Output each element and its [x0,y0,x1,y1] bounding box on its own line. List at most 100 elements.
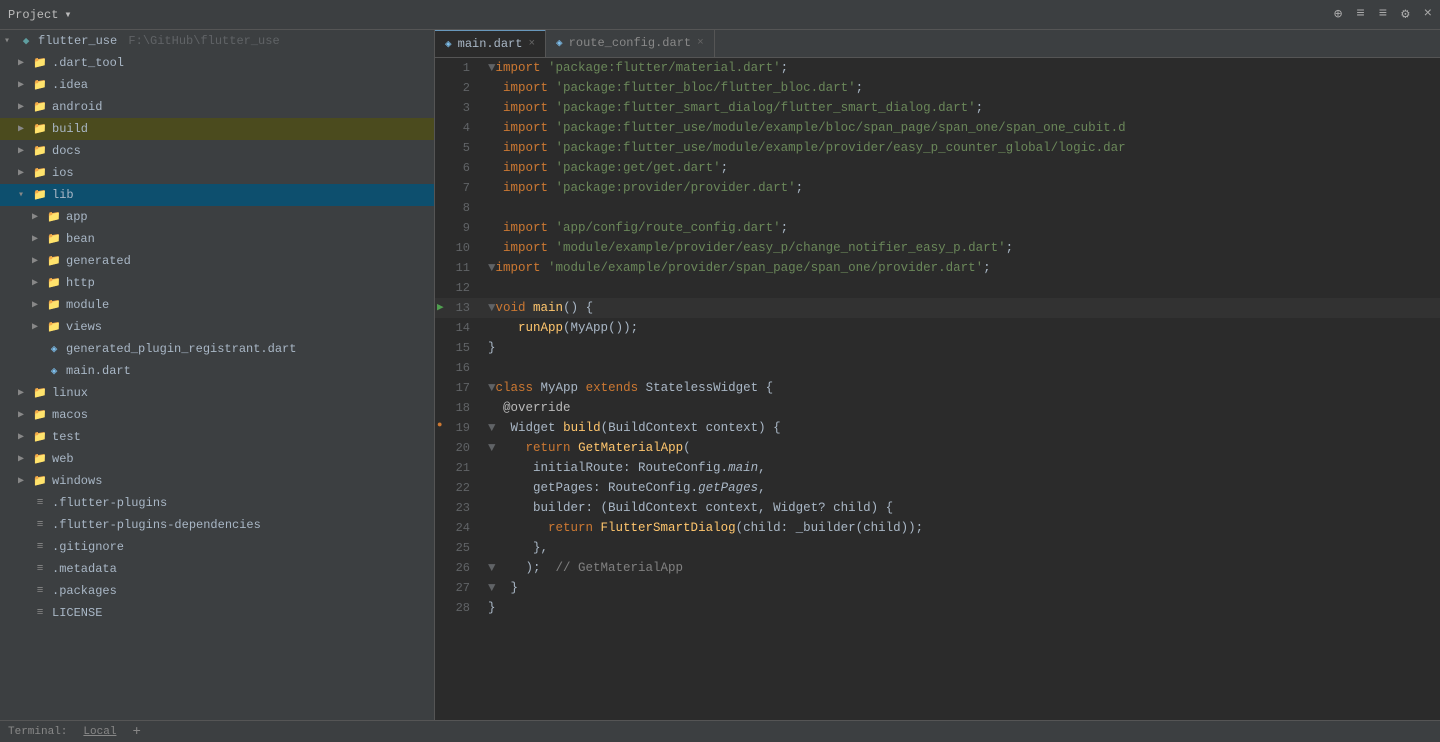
sidebar-item-generated[interactable]: ▶ 📁 generated [0,250,434,272]
sidebar-item-label: ios [52,166,74,180]
dart-icon: ◈ [445,37,452,51]
line-number: 5 [435,138,480,158]
dropdown-arrow[interactable]: ▾ [64,7,71,22]
line-number: 2 [435,78,480,98]
title-bar-icons: ⊕ ≡ ≡ ⚙ × [1334,6,1432,23]
folder-icon: 📁 [32,451,48,467]
sidebar-item-linux[interactable]: ▶ 📁 linux [0,382,434,404]
code-line: 13▶ ▼void main() { [435,298,1440,318]
sidebar-item-main-dart[interactable]: ▶ ◈ main.dart [0,360,434,382]
tab-close-button[interactable]: × [528,38,535,50]
line-number: 9 [435,218,480,238]
code-line: 16 [435,358,1440,378]
root-icon: ◆ [18,33,34,49]
code-line: 18 @override [435,398,1440,418]
sidebar-item-label: lib [52,188,74,202]
folder-icon: 📁 [32,165,48,181]
sidebar-item-windows[interactable]: ▶ 📁 windows [0,470,434,492]
line-number: 22 [435,478,480,498]
sidebar-item-test[interactable]: ▶ 📁 test [0,426,434,448]
sidebar-item-http[interactable]: ▶ 📁 http [0,272,434,294]
line-content: ▼import 'package:flutter/material.dart'; [480,58,1440,78]
text-file-icon: ≡ [32,539,48,555]
line-number: 27 [435,578,480,598]
sidebar-item-android[interactable]: ▶ 📁 android [0,96,434,118]
local-tab[interactable]: Local [83,726,116,738]
root-arrow: ▾ [4,35,18,47]
sidebar-item-flutter-plugins[interactable]: ▶ ≡ .flutter-plugins [0,492,434,514]
root-label: flutter_use F:\GitHub\flutter_use [38,34,280,48]
code-line: 25 }, [435,538,1440,558]
code-line: 5 import 'package:flutter_use/module/exa… [435,138,1440,158]
main-layout: ▾ ◆ flutter_use F:\GitHub\flutter_use ▶ … [0,30,1440,720]
text-file-icon: ≡ [32,517,48,533]
icon-settings[interactable]: ⚙ [1401,6,1409,23]
line-content: ▼ return GetMaterialApp( [480,438,1440,458]
sidebar-item-dart-tool[interactable]: ▶ 📁 .dart_tool [0,52,434,74]
sidebar-item-macos[interactable]: ▶ 📁 macos [0,404,434,426]
sidebar-item-docs[interactable]: ▶ 📁 docs [0,140,434,162]
sidebar-item-label: .metadata [52,562,117,576]
folder-icon: 📁 [32,473,48,489]
sidebar-item-label: generated [66,254,131,268]
code-line: 28 } [435,598,1440,618]
folder-icon: 📁 [32,99,48,115]
line-number: 20 [435,438,480,458]
sidebar-item-metadata[interactable]: ▶ ≡ .metadata [0,558,434,580]
text-file-icon: ≡ [32,561,48,577]
sidebar-item-web[interactable]: ▶ 📁 web [0,448,434,470]
code-editor[interactable]: 1 ▼import 'package:flutter/material.dart… [435,58,1440,720]
sidebar-item-idea[interactable]: ▶ 📁 .idea [0,74,434,96]
line-content: return FlutterSmartDialog(child: _builde… [480,518,1440,538]
folder-icon: 📁 [46,275,62,291]
code-line: 8 [435,198,1440,218]
dart-file-icon: ◈ [46,363,62,379]
code-line: 22 getPages: RouteConfig.getPages, [435,478,1440,498]
line-number: 23 [435,498,480,518]
code-content: 1 ▼import 'package:flutter/material.dart… [435,58,1440,618]
folder-icon: 📁 [46,253,62,269]
sidebar-item-gitignore[interactable]: ▶ ≡ .gitignore [0,536,434,558]
icon-close[interactable]: × [1424,6,1432,23]
code-line: 6 import 'package:get/get.dart'; [435,158,1440,178]
icon-equalizer[interactable]: ≡ [1379,6,1387,23]
sidebar: ▾ ◆ flutter_use F:\GitHub\flutter_use ▶ … [0,30,435,720]
sidebar-item-flutter-plugins-dep[interactable]: ▶ ≡ .flutter-plugins-dependencies [0,514,434,536]
tab-route-config[interactable]: ◈ route_config.dart × [546,30,715,57]
sidebar-item-label: macos [52,408,88,422]
sidebar-item-packages[interactable]: ▶ ≡ .packages [0,580,434,602]
sidebar-item-views[interactable]: ▶ 📁 views [0,316,434,338]
line-number: 4 [435,118,480,138]
tab-main-dart[interactable]: ◈ main.dart × [435,30,546,57]
line-content: import 'module/example/provider/easy_p/c… [480,238,1440,258]
code-line: 12 [435,278,1440,298]
line-content: import 'package:provider/provider.dart'; [480,178,1440,198]
sidebar-item-ios[interactable]: ▶ 📁 ios [0,162,434,184]
line-number: 26 [435,558,480,578]
folder-icon: 📁 [46,231,62,247]
icon-hierarchy[interactable]: ≡ [1356,6,1364,23]
sidebar-item-module[interactable]: ▶ 📁 module [0,294,434,316]
sidebar-item-app[interactable]: ▶ 📁 app [0,206,434,228]
line-number: 28 [435,598,480,618]
folder-icon: 📁 [32,429,48,445]
text-file-icon: ≡ [32,605,48,621]
tab-close-button[interactable]: × [697,37,704,49]
sidebar-item-label: android [52,100,102,114]
sidebar-item-lib[interactable]: ▾ 📁 lib [0,184,434,206]
sidebar-item-label: .packages [52,584,117,598]
sidebar-root[interactable]: ▾ ◆ flutter_use F:\GitHub\flutter_use [0,30,434,52]
sidebar-item-build[interactable]: ▶ 📁 build [0,118,434,140]
tab-label: route_config.dart [569,36,691,50]
sidebar-item-generated-plugin[interactable]: ▶ ◈ generated_plugin_registrant.dart [0,338,434,360]
sidebar-item-label: module [66,298,109,312]
code-line: 24 return FlutterSmartDialog(child: _bui… [435,518,1440,538]
line-content: ▼import 'module/example/provider/span_pa… [480,258,1440,278]
folder-icon: 📁 [32,143,48,159]
sidebar-item-label: test [52,430,81,444]
add-terminal-button[interactable]: + [132,724,140,740]
tab-label: main.dart [458,37,523,51]
icon-structure[interactable]: ⊕ [1334,6,1342,23]
sidebar-item-license[interactable]: ▶ ≡ LICENSE [0,602,434,624]
sidebar-item-bean[interactable]: ▶ 📁 bean [0,228,434,250]
